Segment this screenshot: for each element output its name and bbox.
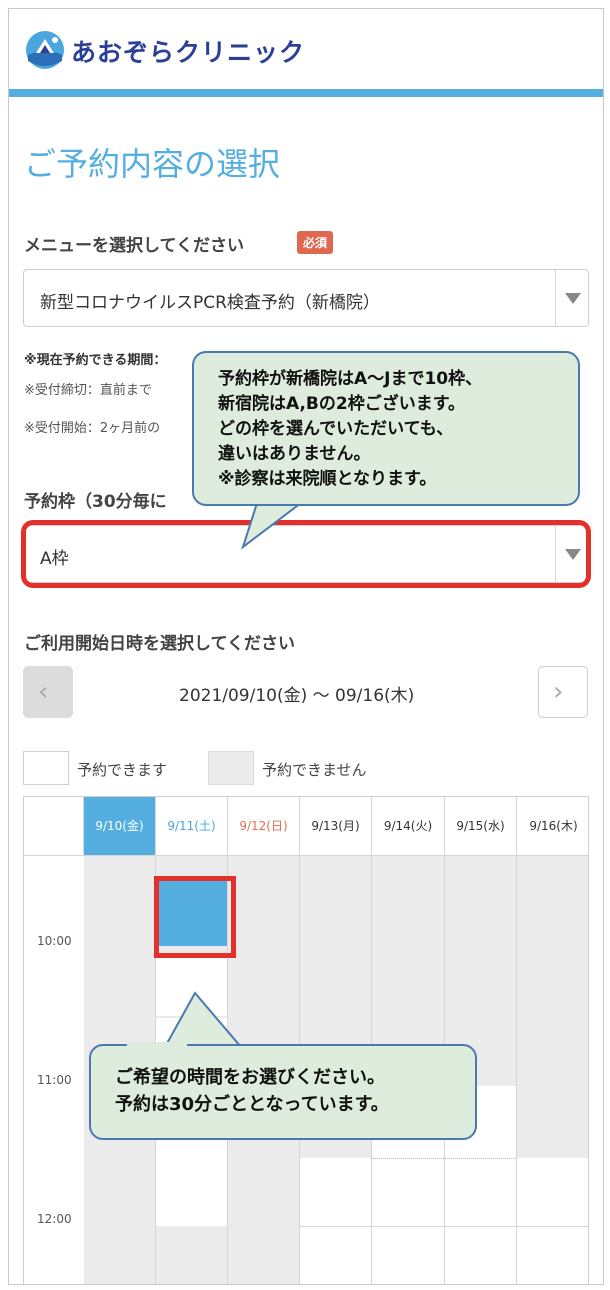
time-label: 11:00	[37, 1073, 72, 1087]
time-info-callout: ご希望の時間をお選びください。 予約は30分ごととなっています。	[89, 1044, 477, 1140]
week-range: 2021/09/10(金) 〜 09/16(木)	[179, 686, 415, 706]
callout-line: 予約は30分ごととなっています。	[115, 1094, 389, 1115]
header: あおぞらクリニック	[9, 9, 603, 89]
calendar-label: ご利用開始日時を選択してください	[24, 634, 295, 654]
callout-tail	[241, 501, 304, 550]
menu-select-value: 新型コロナウイルスPCR検査予約（新橋院）	[40, 293, 380, 313]
callout-line: 違いはありません。	[218, 444, 371, 464]
deadline-note: ※受付締切：直前まで	[24, 383, 152, 398]
clinic-logo-icon	[26, 31, 64, 69]
chevron-left-icon: ‹	[38, 677, 49, 707]
next-week-button[interactable]: ›	[538, 666, 588, 718]
corner-cell	[24, 797, 84, 855]
page-title: ご予約内容の選択	[24, 145, 281, 183]
menu-select[interactable]: 新型コロナウイルスPCR検査予約（新橋院）	[23, 269, 589, 327]
required-badge: 必須	[297, 231, 334, 254]
half-hour-line	[372, 1158, 444, 1159]
time-label: 10:00	[37, 934, 72, 948]
selected-slot-highlight	[154, 876, 236, 958]
prev-week-button[interactable]: ‹	[23, 666, 73, 718]
legend-unavailable-text: 予約できません	[262, 761, 367, 779]
hour-line	[372, 1226, 444, 1227]
start-note: ※受付開始：2ヶ月前の	[24, 421, 161, 436]
callout-line: ※診察は来院順となります。	[218, 469, 437, 489]
callout-line: 新宿院はA,Bの2枠ございます。	[218, 394, 466, 414]
callout-tail-join	[127, 1042, 187, 1046]
day-header-0916: 9/16(木)	[517, 797, 588, 855]
day-column-0916	[517, 856, 588, 1284]
app-name[interactable]: あおぞらクリニック	[71, 33, 305, 69]
app-frame: あおぞらクリニック ご予約内容の選択 メニューを選択してください 必須 新型コロ…	[8, 8, 604, 1285]
header-accent-bar	[9, 89, 603, 97]
day-header-0915: 9/15(水)	[445, 797, 517, 855]
time-slot[interactable]	[156, 1158, 227, 1226]
time-slot[interactable]	[517, 1158, 588, 1284]
callout-line: ご希望の時間をお選びください。	[115, 1067, 385, 1088]
chevron-down-icon	[555, 270, 588, 326]
day-header-0914: 9/14(火)	[372, 797, 445, 855]
time-column: 10:00 11:00 12:00	[24, 856, 85, 1284]
half-hour-line	[445, 1158, 516, 1159]
day-header-0910: 9/10(金)	[84, 797, 156, 855]
callout-tail	[163, 991, 244, 1048]
day-header-0911: 9/11(土)	[156, 797, 228, 855]
day-header-0912: 9/12(日)	[228, 797, 300, 855]
calendar-grid: 9/10(金) 9/11(土) 9/12(日) 9/13(月) 9/14(火) …	[23, 796, 589, 1284]
time-label: 12:00	[37, 1212, 72, 1226]
chevron-right-icon: ›	[553, 677, 564, 707]
slot-info-callout: 予約枠が新橋院はA〜Jまで10枠、 新宿院はA,Bの2枠ございます。 どの枠を選…	[192, 351, 580, 506]
period-note: ※現在予約できる期間：	[24, 353, 167, 368]
slot-label: 予約枠（30分毎に	[24, 492, 167, 512]
hour-line	[300, 1226, 371, 1227]
legend-available-text: 予約できます	[77, 761, 168, 779]
legend-unavailable-swatch	[208, 751, 254, 785]
hour-line	[445, 1226, 516, 1227]
hour-line	[517, 1226, 588, 1227]
legend-available-swatch	[23, 751, 69, 785]
time-slot[interactable]	[300, 1158, 371, 1284]
callout-line: 予約枠が新橋院はA〜Jまで10枠、	[218, 369, 483, 389]
menu-label: メニューを選択してください	[24, 236, 244, 256]
callout-line: どの枠を選んでいただいても、	[218, 419, 454, 439]
day-header-0913: 9/13(月)	[300, 797, 372, 855]
